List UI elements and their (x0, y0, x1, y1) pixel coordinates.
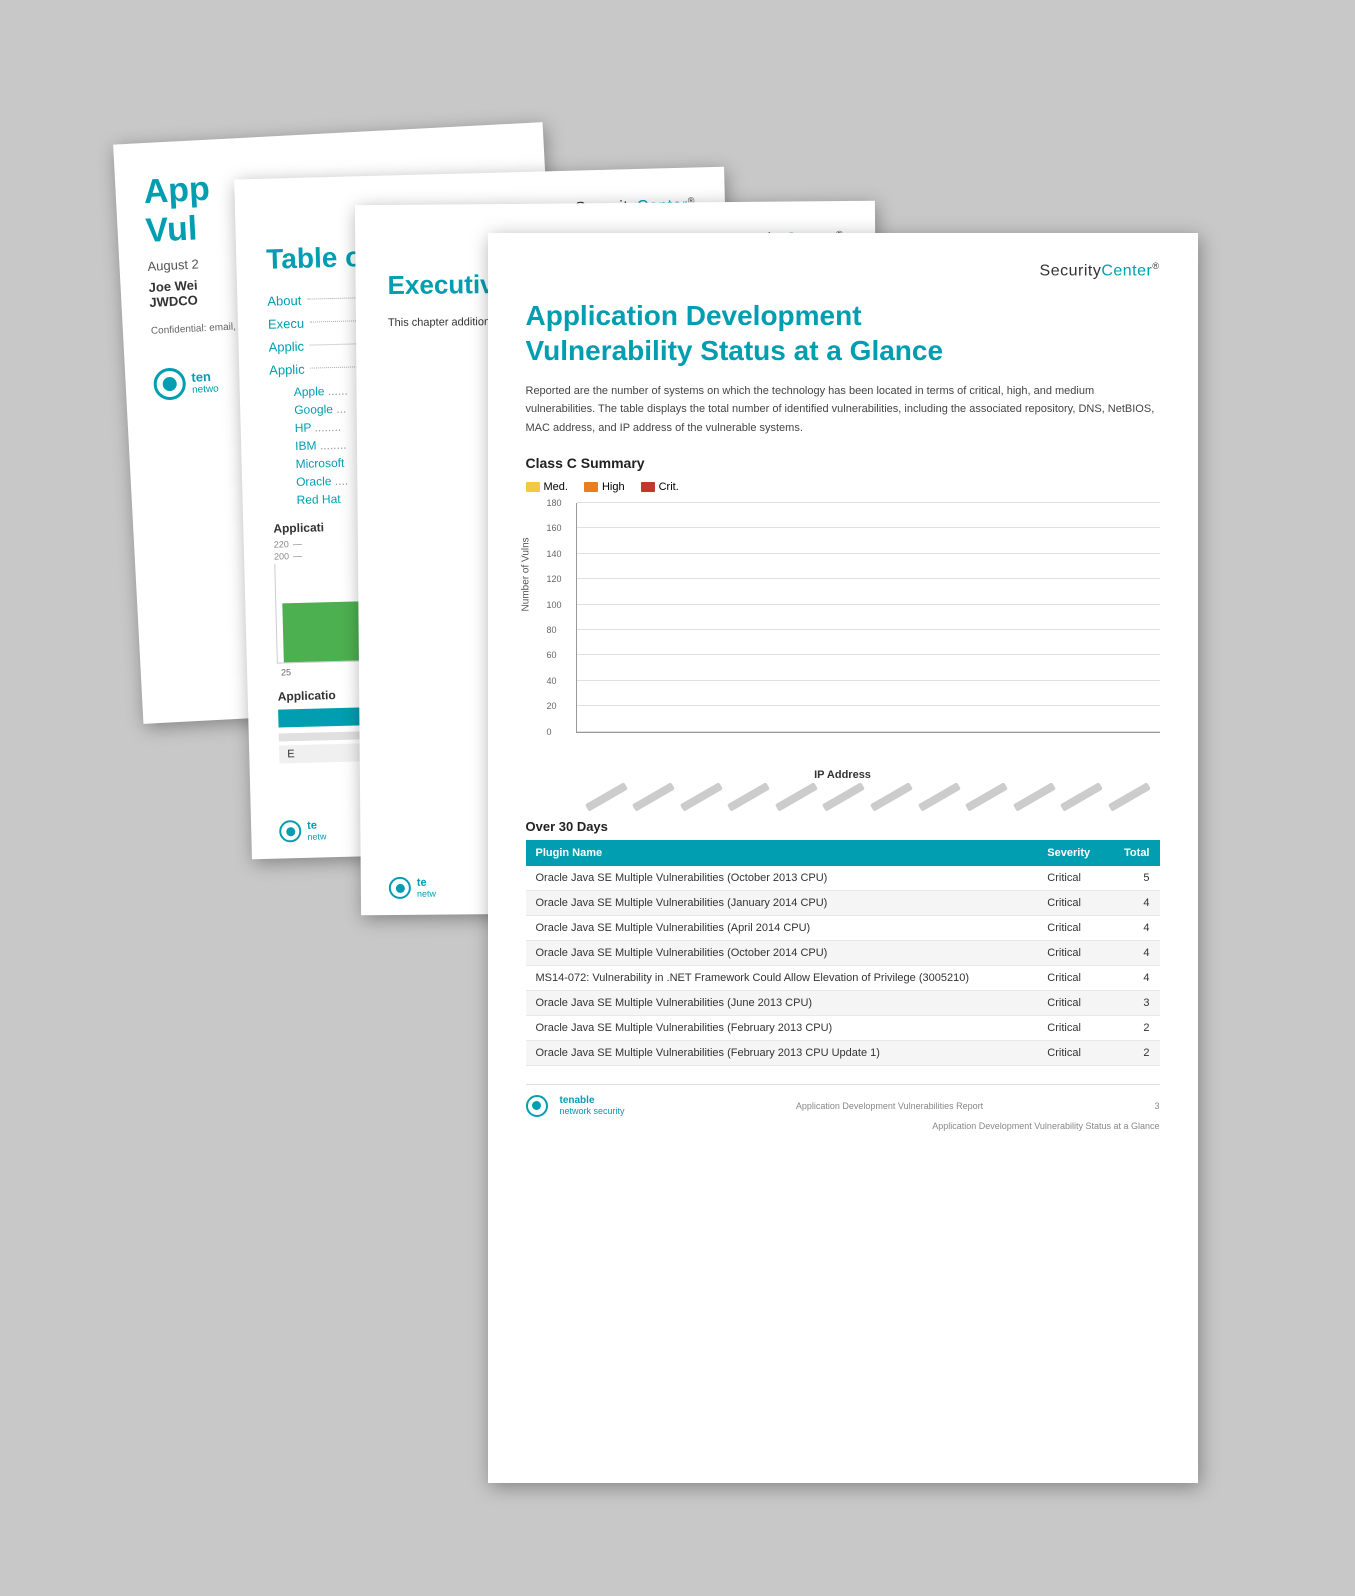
cell-plugin: Oracle Java SE Multiple Vulnerabilities … (526, 940, 1038, 965)
tenable-brand-exec: te (416, 877, 435, 889)
footer-tenable-name: tenable (560, 1095, 625, 1106)
cell-plugin: Oracle Java SE Multiple Vulnerabilities … (526, 915, 1038, 940)
y-tick: 120 (547, 574, 562, 584)
pages-stack: App Vul August 2 Joe Wei JWDCO Confident… (128, 73, 1228, 1523)
col-severity: Severity (1037, 840, 1108, 866)
tenable-logo-exec: te netw (388, 877, 435, 899)
table-row: Oracle Java SE Multiple Vulnerabilities … (526, 1040, 1160, 1065)
cell-total: 5 (1108, 866, 1159, 891)
page-footer: tenable network security Application Dev… (526, 1084, 1160, 1117)
cell-severity: Critical (1037, 965, 1108, 990)
main-section-title: Application Development Vulnerability St… (526, 298, 1160, 368)
tenable-circle-inner-toc (285, 827, 294, 836)
tenable-circle-exec-icon (388, 877, 410, 899)
tenable-brand-toc: te (306, 819, 325, 831)
tenable-circle-toc-icon (278, 820, 301, 843)
legend-crit: Crit. (641, 481, 679, 493)
cell-severity: Critical (1037, 1015, 1108, 1040)
footer-tenable-sub: network security (560, 1106, 625, 1116)
sc-header-main: SecurityCenter® (526, 261, 1160, 280)
table-row: MS14-072: Vulnerability in .NET Framewor… (526, 965, 1160, 990)
bar-chart: Number of Vulns 020406080100120140160180… (526, 503, 1160, 783)
legend-med: Med. (526, 481, 568, 493)
x-axis-label: IP Address (814, 769, 871, 781)
cell-severity: Critical (1037, 915, 1108, 940)
cell-total: 3 (1108, 990, 1159, 1015)
cell-severity: Critical (1037, 940, 1108, 965)
table-row: Oracle Java SE Multiple Vulnerabilities … (526, 915, 1160, 940)
tenable-circle-inner-exec (395, 883, 404, 892)
vuln-table: Plugin Name Severity Total Oracle Java S… (526, 840, 1160, 1066)
footer-page-number: 3 (1154, 1101, 1159, 1111)
cell-plugin: Oracle Java SE Multiple Vulnerabilities … (526, 1040, 1038, 1065)
tenable-sub-toc: netw (307, 831, 326, 841)
legend-med-label: Med. (544, 481, 568, 493)
tenable-circle-inner-icon (162, 377, 177, 392)
table-row: Oracle Java SE Multiple Vulnerabilities … (526, 890, 1160, 915)
chart-title: Class C Summary (526, 455, 1160, 471)
y-tick: 100 (547, 600, 562, 610)
cell-total: 4 (1108, 890, 1159, 915)
tenable-footer-circle-inner (532, 1101, 541, 1110)
tenable-brand: ten (191, 369, 218, 385)
table-row: Oracle Java SE Multiple Vulnerabilities … (526, 940, 1160, 965)
cell-total: 4 (1108, 965, 1159, 990)
legend-crit-swatch (641, 482, 655, 492)
cell-plugin: Oracle Java SE Multiple Vulnerabilities … (526, 890, 1038, 915)
cell-total: 4 (1108, 915, 1159, 940)
cell-severity: Critical (1037, 990, 1108, 1015)
x-axis-labels (526, 789, 1160, 801)
over30-title: Over 30 Days (526, 819, 1160, 834)
tenable-sub: netwo (191, 384, 218, 396)
y-tick: 60 (547, 650, 557, 660)
cell-severity: Critical (1037, 866, 1108, 891)
cell-total: 4 (1108, 940, 1159, 965)
cell-plugin: Oracle Java SE Multiple Vulnerabilities … (526, 866, 1038, 891)
tenable-circle-icon (152, 367, 186, 401)
cell-plugin: Oracle Java SE Multiple Vulnerabilities … (526, 990, 1038, 1015)
legend-crit-label: Crit. (659, 481, 679, 493)
main-description: Reported are the number of systems on wh… (526, 382, 1160, 436)
table-row: Oracle Java SE Multiple Vulnerabilities … (526, 1015, 1160, 1040)
legend-high: High (584, 481, 625, 493)
col-plugin-name: Plugin Name (526, 840, 1038, 866)
y-tick: 160 (547, 523, 562, 533)
footer-report-name: Application Development Vulnerabilities … (796, 1101, 983, 1111)
y-tick: 180 (547, 498, 562, 508)
legend-high-label: High (602, 481, 625, 493)
table-row: Oracle Java SE Multiple Vulnerabilities … (526, 866, 1160, 891)
tenable-logo-toc: te netw (278, 819, 326, 842)
page-main: SecurityCenter® Application Development … (488, 233, 1198, 1483)
cell-severity: Critical (1037, 1040, 1108, 1065)
bars-area (577, 503, 1160, 732)
cell-plugin: MS14-072: Vulnerability in .NET Framewor… (526, 965, 1038, 990)
table-header-row: Plugin Name Severity Total (526, 840, 1160, 866)
legend-med-swatch (526, 482, 540, 492)
y-tick: 80 (547, 625, 557, 635)
legend-high-swatch (584, 482, 598, 492)
col-total: Total (1108, 840, 1159, 866)
cell-total: 2 (1108, 1040, 1159, 1065)
chart-legend: Med. High Crit. (526, 481, 1160, 493)
table-row: Oracle Java SE Multiple Vulnerabilities … (526, 990, 1160, 1015)
cell-severity: Critical (1037, 890, 1108, 915)
footer-logo: tenable network security (526, 1095, 625, 1117)
bar-chart-inner: 020406080100120140160180 (576, 503, 1160, 733)
y-tick: 140 (547, 549, 562, 559)
y-tick: 0 (547, 727, 552, 737)
tenable-sub-exec: netw (416, 889, 435, 899)
y-axis-label: Number of Vulns (520, 537, 531, 611)
footer-caption: Application Development Vulnerability St… (526, 1121, 1160, 1131)
y-tick: 20 (547, 701, 557, 711)
y-tick: 40 (547, 676, 557, 686)
cell-plugin: Oracle Java SE Multiple Vulnerabilities … (526, 1015, 1038, 1040)
tenable-footer-circle (526, 1095, 548, 1117)
cell-total: 2 (1108, 1015, 1159, 1040)
